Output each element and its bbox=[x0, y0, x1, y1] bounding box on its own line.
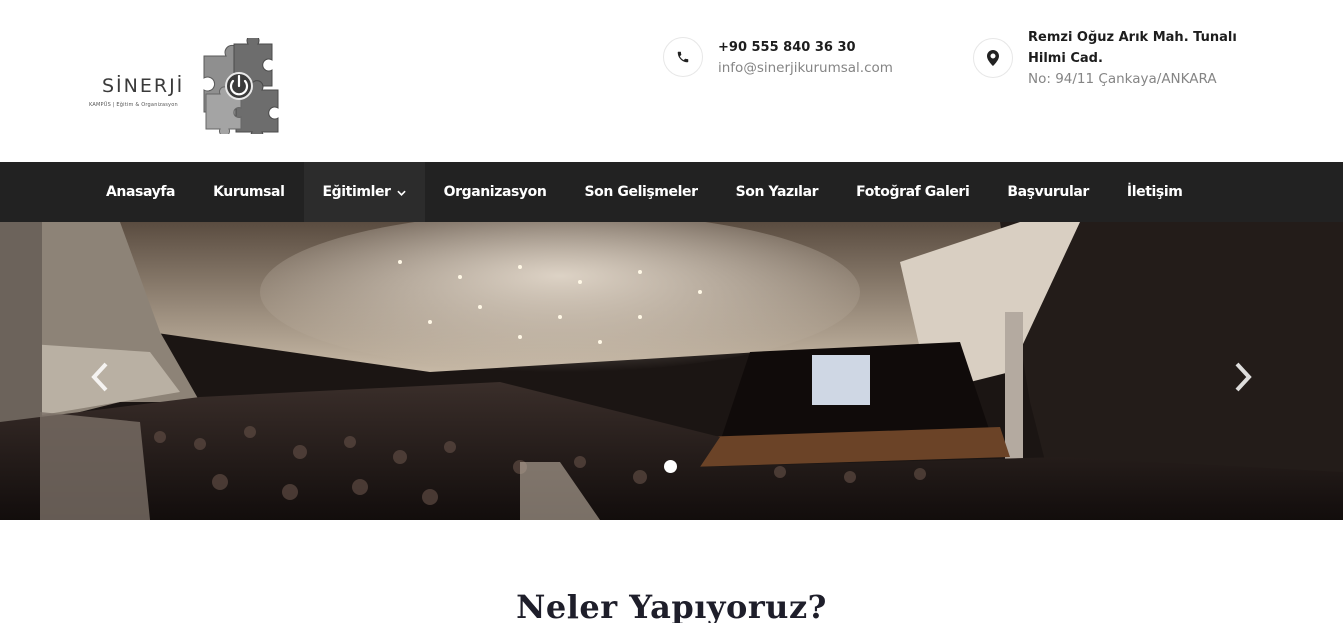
logo-tagline: KAMPÜS | Eğitim & Organizasyon bbox=[89, 102, 178, 108]
nav-item-iletisim[interactable]: İletişim bbox=[1108, 162, 1202, 222]
site-logo[interactable]: SİNERJİ KAMPÜS | Eğitim & Organizasyon bbox=[86, 38, 296, 134]
logo-wordmark: SİNERJİ bbox=[102, 75, 185, 97]
email-address[interactable]: info@sinerjikurumsal.com bbox=[718, 58, 893, 79]
address-line-2: No: 94/11 Çankaya/ANKARA bbox=[1028, 71, 1217, 87]
slider-prev-button[interactable] bbox=[86, 360, 116, 394]
address-line-1: Remzi Oğuz Arık Mah. Tunalı Hilmi Cad. bbox=[1028, 30, 1237, 66]
nav-item-label: İletişim bbox=[1126, 184, 1183, 200]
contact-phone-block: +90 555 840 36 30 info@sinerjikurumsal.c… bbox=[663, 37, 893, 79]
slider-next-button[interactable] bbox=[1227, 360, 1257, 394]
nav-item-label: Son Gelişmeler bbox=[584, 184, 698, 200]
map-marker-icon bbox=[973, 38, 1013, 78]
nav-item-label: Son Yazılar bbox=[735, 184, 819, 200]
nav-item-label: Kurumsal bbox=[213, 184, 285, 200]
chevron-right-icon bbox=[1235, 362, 1252, 392]
auditorium-photo bbox=[0, 222, 1343, 520]
nav-item-fotograf-galeri[interactable]: Fotoğraf Galeri bbox=[837, 162, 988, 222]
chevron-left-icon bbox=[91, 362, 108, 392]
nav-item-label: Başvurular bbox=[1007, 184, 1089, 200]
nav-item-son-yazilar[interactable]: Son Yazılar bbox=[717, 162, 838, 222]
phone-icon bbox=[663, 37, 703, 77]
phone-number[interactable]: +90 555 840 36 30 bbox=[718, 37, 893, 58]
contact-address-block: Remzi Oğuz Arık Mah. Tunalı Hilmi Cad. N… bbox=[973, 27, 1258, 90]
slider-pagination bbox=[664, 460, 677, 473]
nav-item-label: Organizasyon bbox=[443, 184, 547, 200]
slider-dot-active[interactable] bbox=[664, 460, 677, 473]
chevron-down-icon bbox=[396, 184, 406, 200]
hero-slider bbox=[0, 222, 1343, 520]
nav-item-label: Fotoğraf Galeri bbox=[856, 184, 970, 200]
top-header: SİNERJİ KAMPÜS | Eğitim & Organizasyon +… bbox=[0, 0, 1343, 162]
section-title: Neler Yapıyoruz? bbox=[516, 588, 827, 623]
nav-item-son-gelismeler[interactable]: Son Gelişmeler bbox=[565, 162, 716, 222]
nav-item-label: Eğitimler bbox=[322, 184, 391, 200]
nav-item-anasayfa[interactable]: Anasayfa bbox=[87, 162, 194, 222]
nav-item-organizasyon[interactable]: Organizasyon bbox=[425, 162, 566, 222]
nav-item-label: Anasayfa bbox=[106, 184, 176, 200]
main-navigation: Anasayfa Kurumsal Eğitimler Organizasyon… bbox=[0, 162, 1343, 222]
nav-item-kurumsal[interactable]: Kurumsal bbox=[194, 162, 303, 222]
nav-item-egitimler[interactable]: Eğitimler bbox=[303, 162, 425, 222]
nav-item-basvurular[interactable]: Başvurular bbox=[988, 162, 1108, 222]
